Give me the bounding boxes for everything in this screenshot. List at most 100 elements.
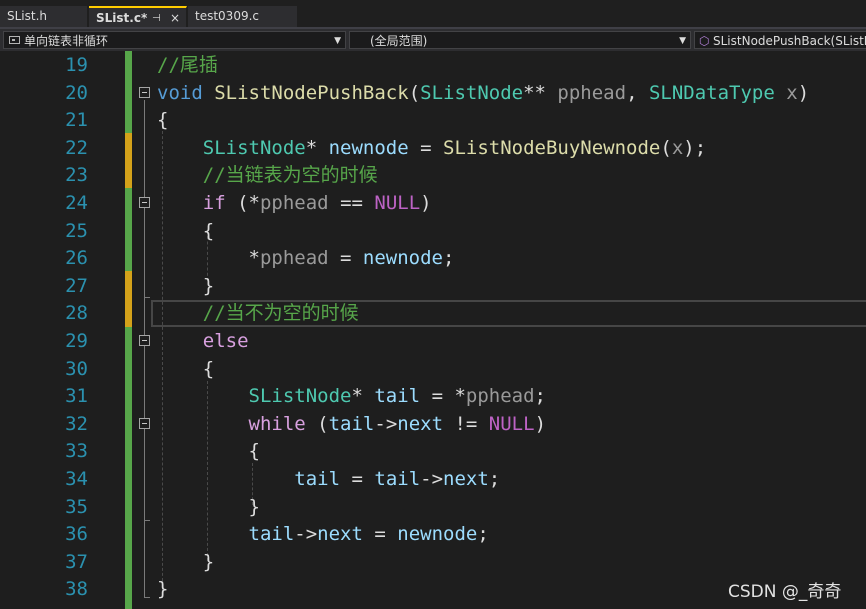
line-number: 22 <box>65 136 88 159</box>
code-token: next <box>317 523 363 546</box>
line-number: 38 <box>65 578 88 601</box>
code-token: * <box>305 136 329 159</box>
code-token: ) <box>420 192 432 214</box>
line-number-gutter: 19 20 21 22 23 24 25 26 27 28 29 30 31 32 33 34 35 36 37 38 <box>30 51 125 609</box>
chevron-down-icon: ▼ <box>334 36 341 46</box>
code-token: NULL <box>488 412 535 435</box>
code-token: SLNDataType <box>648 81 775 104</box>
code-token: { <box>157 357 215 380</box>
line-number: 31 <box>65 385 88 408</box>
tab-slist-h[interactable]: SList.h <box>0 6 88 27</box>
tab-test0309-c[interactable]: test0309.c <box>188 6 298 27</box>
code-line[interactable]: SListNode* tail = *pphead; <box>157 383 546 411</box>
code-line[interactable]: } <box>157 549 214 577</box>
code-token: next <box>397 412 444 435</box>
code-token: SListNode <box>202 136 306 159</box>
code-token: pphead <box>465 385 535 408</box>
line-number: 35 <box>65 495 88 518</box>
project-dropdown-value: 单向链表非循环 <box>24 34 109 48</box>
code-line[interactable]: { <box>157 107 168 135</box>
code-line[interactable]: { <box>157 438 260 466</box>
watermark: CSDN @_奇奇 <box>728 582 842 602</box>
code-token: ; <box>488 468 501 490</box>
code-token: ) <box>534 412 547 435</box>
code-line[interactable]: *pphead = newnode; <box>157 245 455 273</box>
project-dropdown[interactable]: 单向链表非循环 ▼ <box>3 31 346 49</box>
code-token: SListNode <box>420 81 524 104</box>
code-token: ) <box>797 81 810 104</box>
collapse-icon[interactable] <box>139 418 150 429</box>
collapse-icon[interactable] <box>139 87 150 98</box>
code-token: pphead <box>557 81 627 104</box>
code-line[interactable]: while (tail->next != NULL) <box>157 411 547 439</box>
code-token: ( <box>305 412 329 435</box>
code-token: SListNodeBuyNewnode <box>443 136 661 159</box>
code-token: //尾插 <box>157 54 218 76</box>
code-token: = <box>328 247 363 270</box>
code-token: x <box>671 136 684 159</box>
code-token: ; <box>443 247 455 270</box>
code-token: } <box>157 550 215 573</box>
code-line[interactable]: void SListNodePushBack(SListNode** pphea… <box>157 80 809 108</box>
code-token: tail <box>248 523 295 546</box>
collapse-icon[interactable] <box>139 197 150 208</box>
close-tab-icon[interactable]: × <box>170 8 180 29</box>
code-token: == <box>328 192 375 214</box>
code-line[interactable]: SListNode* newnode = SListNodeBuyNewnode… <box>157 135 706 163</box>
outline-end <box>144 520 150 521</box>
code-token: { <box>157 219 215 242</box>
code-line[interactable]: else <box>157 328 249 356</box>
code-token: -> <box>374 412 398 435</box>
code-line[interactable]: { <box>157 218 214 246</box>
collapse-icon[interactable] <box>139 335 150 346</box>
line-number: 20 <box>65 81 88 104</box>
line-number: 33 <box>65 440 88 463</box>
code-token: * <box>157 247 260 270</box>
line-number: 32 <box>65 412 88 435</box>
code-token: * <box>351 385 375 408</box>
code-token: tail <box>294 468 341 490</box>
line-number: 19 <box>65 54 88 76</box>
code-token: SListNode <box>248 385 352 408</box>
tab-slist-c[interactable]: SList.c* ⊣ × <box>89 6 187 27</box>
code-token: newnode <box>397 523 478 546</box>
pin-tab-icon[interactable]: ⊣ <box>152 8 161 29</box>
code-line[interactable]: if (*pphead == NULL) <box>157 190 432 218</box>
code-line[interactable]: //尾插 <box>157 52 218 80</box>
code-token: next <box>443 468 489 490</box>
code-line[interactable]: tail->next = newnode; <box>157 521 489 549</box>
line-number: 28 <box>65 302 88 325</box>
code-line[interactable]: //当链表为空的时候 <box>157 162 378 190</box>
code-line[interactable]: tail = tail->next; <box>157 466 500 494</box>
chevron-down-icon: ▼ <box>679 36 686 46</box>
code-line[interactable]: } <box>157 576 168 604</box>
code-line[interactable]: //当不为空的时候 <box>157 300 359 328</box>
code-token: newnode <box>362 247 443 270</box>
code-token: else <box>202 330 249 352</box>
code-token: while <box>248 412 306 435</box>
scope-dropdown[interactable]: (全局范围) ▼ <box>349 31 691 49</box>
line-number: 24 <box>65 192 88 214</box>
code-token: NULL <box>374 192 421 214</box>
tab-label: SList.c* <box>96 11 148 25</box>
code-token: (* <box>225 192 260 214</box>
code-token: tail <box>374 385 421 408</box>
line-number: 27 <box>65 274 88 297</box>
code-line[interactable]: } <box>157 494 260 522</box>
unsaved-change-marker <box>125 133 132 188</box>
line-number: 23 <box>65 164 88 187</box>
member-dropdown-value: SListNodePushBack(SListN <box>713 34 866 48</box>
code-token: //当链表为空的时候 <box>202 164 378 187</box>
code-line[interactable]: } <box>157 273 214 301</box>
member-dropdown[interactable]: ⬡ SListNodePushBack(SListN <box>694 31 866 49</box>
code-editor[interactable]: 19 20 21 22 23 24 25 26 27 28 29 30 31 32 33 34 35 36 37 38… <box>0 51 866 609</box>
code-token: ( <box>660 136 672 159</box>
code-line[interactable]: { <box>157 356 214 384</box>
outline-end <box>144 297 150 298</box>
code-token: { <box>157 109 169 132</box>
code-token: = <box>408 136 444 159</box>
